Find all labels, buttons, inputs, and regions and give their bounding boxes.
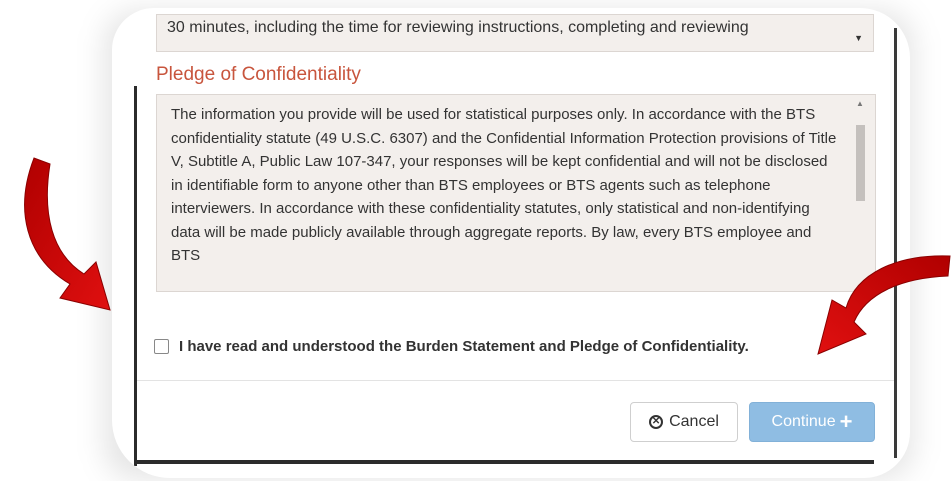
scroll-down-arrow-icon[interactable]: ▼ bbox=[854, 33, 863, 43]
pledge-text-box[interactable]: The information you provide will be used… bbox=[156, 94, 876, 292]
zoomed-dialog-card: 30 minutes, including the time for revie… bbox=[112, 8, 910, 478]
plus-icon: + bbox=[839, 409, 853, 434]
scroll-up-arrow-icon[interactable]: ▲ bbox=[856, 99, 864, 108]
agreement-row[interactable]: I have read and understood the Burden St… bbox=[154, 338, 749, 355]
burden-statement-box[interactable]: 30 minutes, including the time for revie… bbox=[156, 14, 874, 52]
screenshot-stage: 30 minutes, including the time for revie… bbox=[0, 0, 951, 481]
pledge-body-text: The information you provide will be used… bbox=[171, 106, 837, 264]
circle-x-icon: ✕ bbox=[649, 415, 664, 429]
modal-border-right bbox=[894, 28, 897, 458]
continue-button-label: Continue bbox=[771, 413, 836, 430]
left-red-arrow-icon bbox=[24, 157, 111, 311]
burden-statement-text: 30 minutes, including the time for revie… bbox=[167, 19, 749, 36]
right-red-arrow-icon bbox=[817, 255, 951, 355]
footer-divider bbox=[137, 380, 894, 381]
continue-button[interactable]: Continue + bbox=[749, 402, 875, 442]
modal-border-bottom bbox=[134, 460, 874, 464]
pledge-heading: Pledge of Confidentiality bbox=[156, 64, 361, 85]
cancel-button[interactable]: ✕ Cancel bbox=[630, 402, 738, 442]
agreement-label[interactable]: I have read and understood the Burden St… bbox=[179, 338, 749, 355]
cancel-button-label: Cancel bbox=[669, 413, 719, 430]
modal-border-left bbox=[134, 86, 137, 466]
agreement-checkbox[interactable] bbox=[154, 339, 169, 354]
scrollbar-thumb[interactable] bbox=[856, 125, 865, 201]
